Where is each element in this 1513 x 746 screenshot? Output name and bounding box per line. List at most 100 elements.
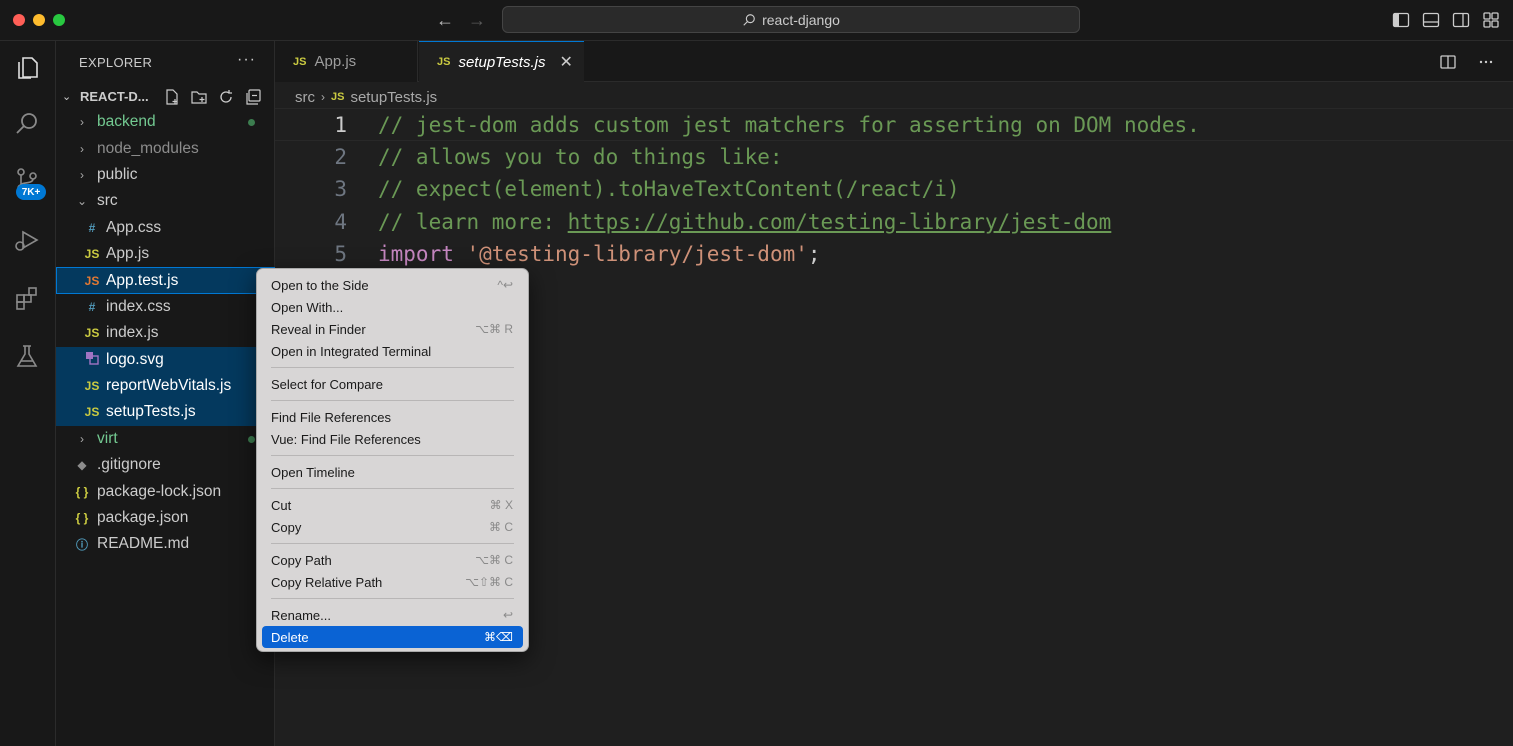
minimize-window-button[interactable] [33, 14, 45, 26]
chevron-right-icon: › [80, 431, 84, 446]
menu-item-vue-find-file-references[interactable]: Vue: Find File References [262, 428, 523, 450]
menu-item-copy[interactable]: Copy ⌘ C [262, 516, 523, 538]
run-debug-icon[interactable] [10, 223, 44, 257]
menu-item-open-timeline[interactable]: Open Timeline [262, 461, 523, 483]
tree-item-package-lock-json[interactable]: { } package-lock.json [56, 478, 275, 504]
tree-item-node-modules[interactable]: › node_modules [56, 135, 275, 161]
js-file-icon: JS [84, 379, 100, 394]
tab-setup-tests-js[interactable]: JS setupTests.js ✕ [419, 41, 584, 82]
menu-item-shortcut: ^↩ [497, 278, 513, 292]
menu-separator [271, 543, 514, 544]
toggle-panel-icon[interactable] [1421, 10, 1441, 30]
code-link[interactable]: https://github.com/testing-library/jest-… [568, 210, 1112, 234]
search-icon[interactable] [10, 107, 44, 141]
tree-item-label: reportWebVitals.js [106, 377, 232, 395]
toggle-primary-sidebar-icon[interactable] [1391, 10, 1411, 30]
code-comment: // learn more: [378, 209, 568, 234]
tree-item-app-js[interactable]: JS App.js [56, 241, 275, 267]
code-keyword: import [378, 242, 454, 266]
tree-item-public[interactable]: › public [56, 162, 275, 188]
more-actions-icon[interactable] [1477, 53, 1495, 71]
code-comment: // allows you to do things like: [378, 144, 783, 169]
menu-item-select-for-compare[interactable]: Select for Compare [262, 373, 523, 395]
menu-separator [271, 367, 514, 368]
menu-item-copy-relative-path[interactable]: Copy Relative Path ⌥⇧⌘ C [262, 571, 523, 593]
maximize-window-button[interactable] [53, 14, 65, 26]
code-comment: // jest-dom adds custom jest matchers fo… [378, 113, 1200, 137]
tree-item-logo-svg[interactable]: logo.svg [56, 346, 275, 373]
tab-label: setupTests.js [458, 53, 546, 71]
menu-item-find-file-references[interactable]: Find File References [262, 406, 523, 428]
tree-item-backend[interactable]: › backend [56, 109, 275, 135]
code-line: 4 // learn more: https://github.com/test… [275, 206, 1513, 239]
menu-item-label: Reveal in Finder [271, 321, 366, 337]
code-editor[interactable]: 1 // jest-dom adds custom jest matchers … [275, 108, 1513, 271]
tab-app-js[interactable]: JS App.js [275, 41, 418, 82]
new-folder-icon[interactable] [190, 88, 208, 106]
git-modified-dot [248, 119, 255, 126]
tree-item-label: src [97, 192, 118, 210]
command-center-search[interactable]: react-django [502, 6, 1080, 33]
collapse-all-icon[interactable] [244, 88, 262, 106]
breadcrumb-file[interactable]: setupTests.js [350, 89, 437, 106]
menu-item-label: Open Timeline [271, 464, 355, 480]
breadcrumb-folder[interactable]: src [295, 89, 315, 106]
tree-item-label: backend [97, 113, 156, 131]
files-icon[interactable] [10, 51, 44, 85]
forward-arrow-icon[interactable]: → [465, 8, 489, 32]
js-file-icon: JS [84, 405, 100, 420]
menu-item-label: Open With... [271, 299, 344, 315]
menu-item-delete[interactable]: Delete ⌘⌫ [262, 626, 523, 648]
json-file-icon: { } [75, 511, 89, 526]
tree-item-readme-md[interactable]: ⓘ README.md [56, 531, 275, 557]
code-content: import '@testing-library/jest-dom'; [378, 238, 821, 271]
menu-item-copy-path[interactable]: Copy Path ⌥⌘ C [262, 549, 523, 571]
menu-item-open-to-side[interactable]: Open to the Side ^↩ [262, 274, 523, 296]
menu-separator [271, 455, 514, 456]
menu-item-label: Vue: Find File References [271, 431, 421, 447]
tree-item-label: App.test.js [106, 271, 179, 289]
close-icon[interactable]: ✕ [559, 52, 572, 72]
tree-item-src[interactable]: ⌄ src [56, 188, 275, 214]
menu-item-open-with[interactable]: Open With... [262, 296, 523, 318]
menu-item-reveal-in-finder[interactable]: Reveal in Finder ⌥⌘ R [262, 318, 523, 340]
tree-item-setup-tests-js[interactable]: JS setupTests.js [56, 399, 275, 426]
menu-item-rename[interactable]: Rename... ↩ [262, 604, 523, 626]
tree-item-label: .gitignore [97, 456, 161, 474]
code-line: 1 // jest-dom adds custom jest matchers … [275, 108, 1513, 141]
tree-item-app-test-js[interactable]: JS App.test.js [56, 267, 275, 294]
title-bar: ← → react-django [0, 0, 1513, 41]
tree-item-index-css[interactable]: # index.css [56, 294, 275, 320]
tree-item-virt[interactable]: › virt [56, 426, 275, 452]
chevron-right-icon: › [80, 141, 84, 156]
menu-item-shortcut: ↩ [502, 608, 513, 622]
refresh-icon[interactable] [217, 88, 235, 106]
workspace-root[interactable]: ⌄ REACT-D... [56, 85, 275, 107]
menu-separator [271, 400, 514, 401]
git-modified-dot [248, 435, 255, 443]
toggle-secondary-sidebar-icon[interactable] [1451, 10, 1471, 30]
new-file-icon[interactable] [163, 88, 181, 106]
tree-item-app-css[interactable]: # App.css [56, 215, 275, 241]
explorer-more-actions[interactable]: ··· [237, 51, 256, 69]
tree-item-label: index.js [106, 324, 159, 342]
menu-item-open-in-terminal[interactable]: Open in Integrated Terminal [262, 340, 523, 362]
js-file-icon: JS [84, 326, 100, 341]
tree-item-index-js[interactable]: JS index.js [56, 320, 275, 346]
chevron-down-icon: ⌄ [62, 90, 72, 103]
back-arrow-icon[interactable]: ← [433, 8, 457, 32]
menu-item-cut[interactable]: Cut ⌘ X [262, 494, 523, 516]
menu-item-label: Copy [271, 519, 302, 535]
tree-item-package-json[interactable]: { } package.json [56, 505, 275, 531]
tree-item-report-web-vitals-js[interactable]: JS reportWebVitals.js [56, 372, 275, 400]
menu-item-shortcut: ⌘⌫ [484, 630, 513, 644]
testing-icon[interactable] [10, 339, 44, 373]
close-window-button[interactable] [13, 14, 25, 26]
split-editor-icon[interactable] [1439, 53, 1457, 71]
tree-item-gitignore[interactable]: ◆ .gitignore [56, 452, 275, 478]
extensions-icon[interactable] [10, 281, 44, 315]
tree-item-label: App.css [106, 218, 162, 236]
js-file-icon: JS [331, 91, 345, 103]
editor-tabs: JS App.js JS setupTests.js ✕ [275, 41, 1513, 82]
customize-layout-icon[interactable] [1481, 10, 1501, 30]
